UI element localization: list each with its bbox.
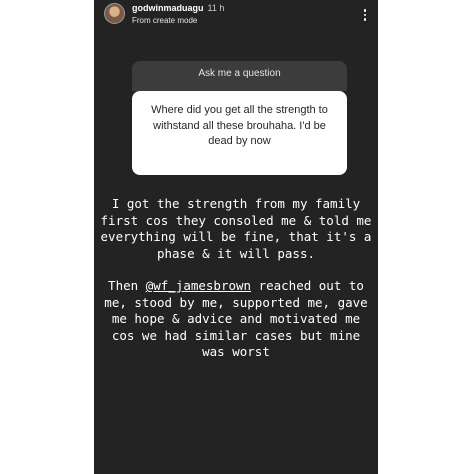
avatar[interactable] xyxy=(104,3,125,24)
answer-paragraph-1: I got the strength from my family first … xyxy=(100,196,372,261)
answer-text: I got the strength from my family first … xyxy=(98,196,374,361)
more-dot xyxy=(363,9,367,12)
answer-paragraph-2: Then @wf_jamesbrown reached out to me, s… xyxy=(98,278,374,361)
username-row: godwinmaduagu 11 h xyxy=(132,3,224,13)
answer-prefix: Then xyxy=(108,278,146,293)
question-sticker-body: Where did you get all the strength to wi… xyxy=(132,91,347,175)
story-header: godwinmaduagu 11 h From create mode xyxy=(94,0,378,32)
create-mode-label: From create mode xyxy=(132,16,198,25)
mention-link[interactable]: @wf_jamesbrown xyxy=(146,278,251,293)
more-options-icon[interactable] xyxy=(360,5,370,25)
story-view: godwinmaduagu 11 h From create mode Ask m… xyxy=(94,0,378,474)
question-sticker[interactable]: Ask me a question Where did you get all … xyxy=(132,61,347,175)
question-sticker-header: Ask me a question xyxy=(132,61,347,91)
more-dot xyxy=(363,18,367,21)
post-time: 11 h xyxy=(207,3,225,13)
username[interactable]: godwinmaduagu xyxy=(132,3,204,13)
question-text: Where did you get all the strength to wi… xyxy=(151,104,328,147)
question-sticker-title: Ask me a question xyxy=(198,68,281,79)
more-dot xyxy=(363,13,367,17)
